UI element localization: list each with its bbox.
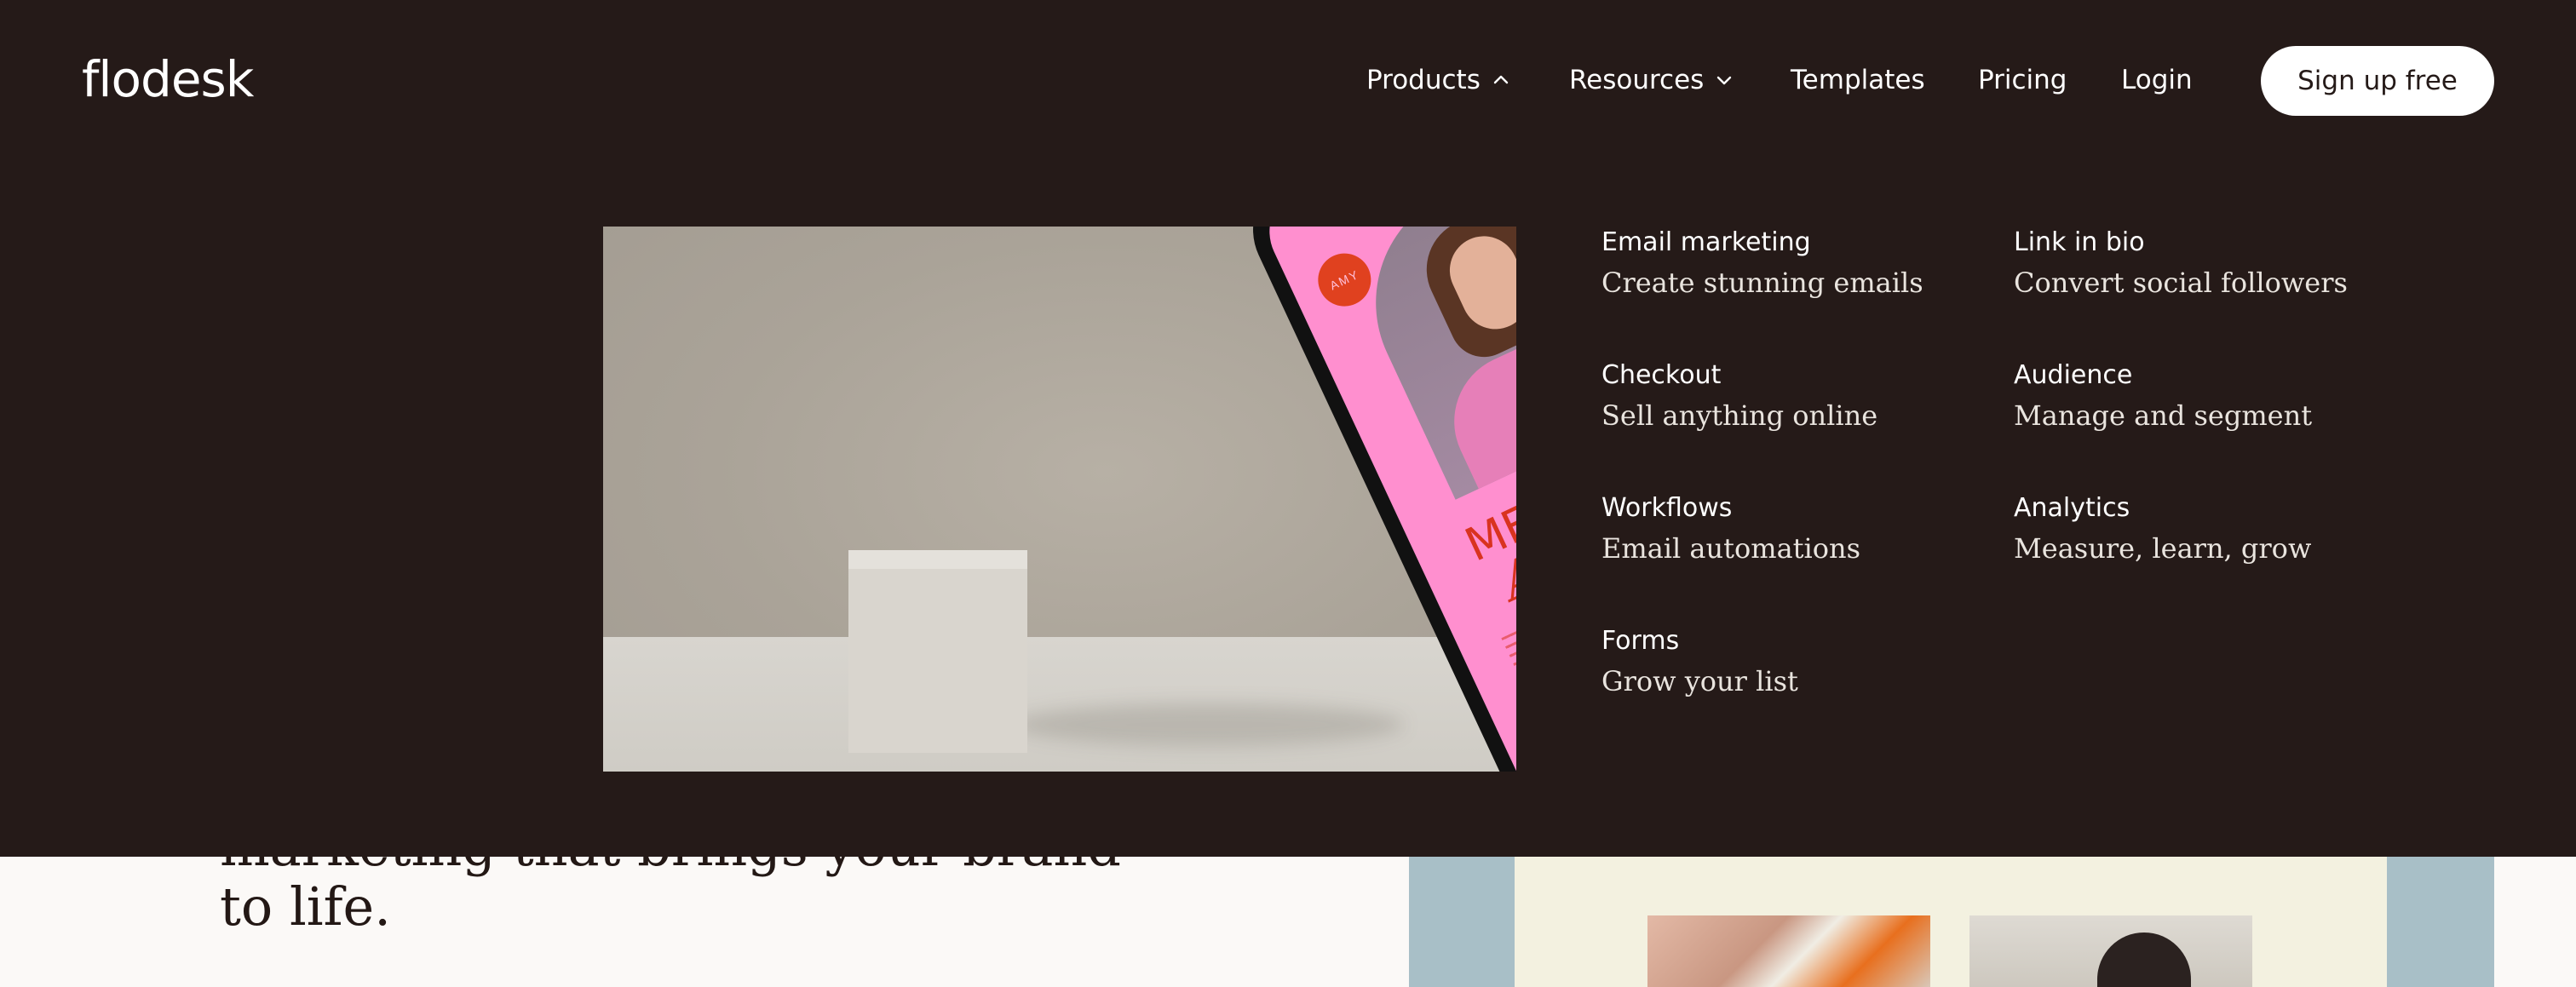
hero-visual — [1409, 856, 2494, 987]
menu-item-desc: Sell anything online — [1601, 399, 1878, 432]
menu-item-desc: Create stunning emails — [1601, 267, 1923, 299]
nav-pricing[interactable]: Pricing — [1978, 56, 2067, 104]
menu-item-title: Email marketing — [1601, 227, 1811, 257]
cube — [848, 569, 1027, 753]
floor — [603, 637, 1516, 772]
chevron-up-icon — [1491, 70, 1511, 90]
menu-item-title: Forms — [1601, 626, 1680, 656]
menu-item-title: Analytics — [2014, 493, 2130, 523]
menu-item-title: Link in bio — [2014, 227, 2145, 257]
hero-card — [1515, 856, 2387, 987]
menu-item-desc: Grow your list — [1601, 665, 1798, 697]
menu-item-title: Workflows — [1601, 493, 1733, 523]
nav-products[interactable]: Products — [1366, 56, 1511, 104]
menu-item-title: Checkout — [1601, 360, 1722, 390]
header-mega-menu: flodesk Products Resources Templates Pri… — [0, 0, 2576, 857]
feature-image[interactable]: AMY MEET Amy Keller — [603, 227, 1516, 772]
menu-item-desc: Convert social followers — [2014, 267, 2348, 299]
menu-item-title: Audience — [2014, 360, 2133, 390]
hero-photo-flowers — [1647, 915, 1930, 987]
menu-item-checkout[interactable]: Checkout Sell anything online — [1601, 359, 1877, 434]
menu-item-audience[interactable]: Audience Manage and segment — [2014, 359, 2312, 434]
menu-item-forms[interactable]: Forms Grow your list — [1601, 625, 1798, 700]
menu-item-desc: Manage and segment — [2014, 399, 2313, 432]
menu-item-link-in-bio[interactable]: Link in bio Convert social followers — [2014, 227, 2348, 301]
chevron-down-icon — [1714, 70, 1734, 90]
menu-item-email-marketing[interactable]: Email marketing Create stunning emails — [1601, 227, 1923, 301]
menu-item-desc: Measure, learn, grow — [2014, 532, 2312, 565]
nav-products-label: Products — [1366, 65, 1481, 95]
cube-top — [848, 550, 1027, 571]
phone-shadow — [1012, 703, 1404, 746]
hero-photo-portrait — [1969, 915, 2252, 987]
signup-button[interactable]: Sign up free — [2261, 46, 2494, 116]
nav-login[interactable]: Login — [2121, 56, 2193, 104]
nav-templates[interactable]: Templates — [1791, 56, 1925, 104]
name-badge: AMY — [1309, 244, 1380, 315]
menu-item-analytics[interactable]: Analytics Measure, learn, grow — [2014, 492, 2311, 567]
logo[interactable]: flodesk — [82, 48, 254, 111]
nav-resources-label: Resources — [1569, 65, 1705, 95]
hero-heading-line-2: to life. — [220, 875, 391, 938]
menu-item-desc: Email automations — [1601, 532, 1861, 565]
menu-item-workflows[interactable]: Workflows Email automations — [1601, 492, 1860, 567]
nav-resources[interactable]: Resources — [1569, 56, 1734, 104]
